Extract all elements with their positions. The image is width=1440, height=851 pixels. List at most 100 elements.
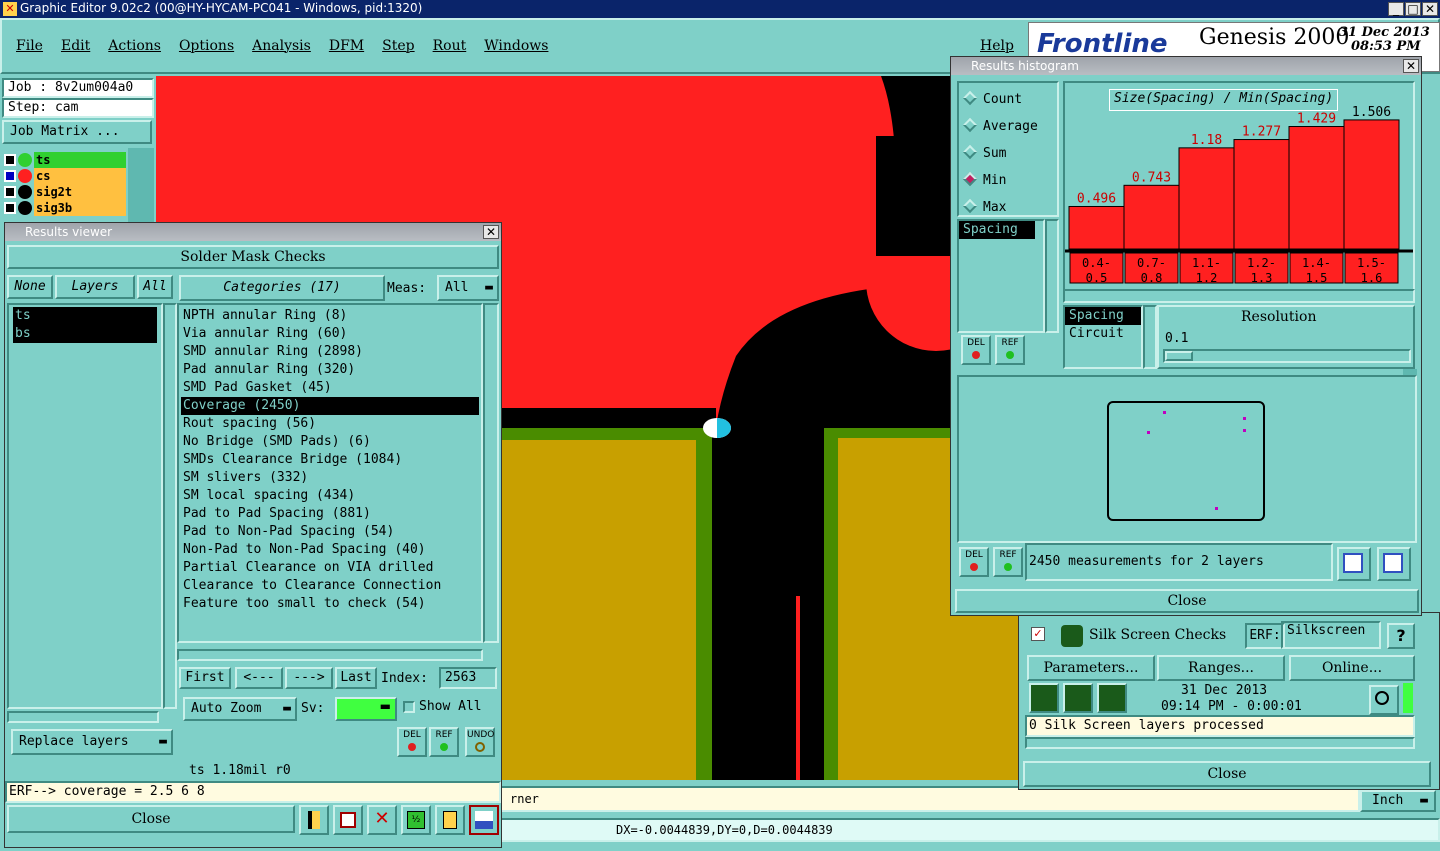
category-item[interactable]: SMD Pad Gasket (45) — [181, 379, 479, 397]
ranges-button[interactable]: Ranges... — [1157, 655, 1285, 681]
resolution-slider-thumb[interactable] — [1165, 351, 1193, 361]
parameters-button[interactable]: Parameters... — [1027, 655, 1155, 681]
histogram-bar[interactable] — [1233, 139, 1290, 250]
maximize-button[interactable]: □ — [1405, 2, 1421, 16]
histogram-button[interactable] — [469, 805, 499, 835]
mode-sum[interactable]: Sum — [962, 143, 1051, 170]
action-icon-2[interactable] — [333, 805, 363, 835]
silk-help-button[interactable]: ? — [1387, 623, 1415, 649]
menu-options[interactable]: Options — [179, 38, 234, 54]
category-item[interactable]: SMDs Clearance Bridge (1084) — [181, 451, 479, 469]
chart-hscroll[interactable] — [1063, 289, 1415, 303]
category-item[interactable]: Non-Pad to Non-Pad Spacing (40) — [181, 541, 479, 559]
del-button[interactable]: DEL — [397, 727, 427, 757]
index-input[interactable]: 2563 — [439, 667, 497, 689]
layer-row-cs[interactable]: cs — [4, 168, 126, 184]
layer-list-scrollbar[interactable] — [163, 303, 177, 709]
zoom-button[interactable] — [1369, 685, 1399, 715]
category-item[interactable]: Feature too small to check (54) — [181, 595, 479, 613]
histogram-ref-top[interactable]: REF — [995, 335, 1025, 365]
resolution-slider[interactable] — [1163, 349, 1411, 363]
undo-button[interactable]: UNDO — [465, 727, 495, 757]
category-scrollbar[interactable] — [483, 303, 499, 643]
next-button[interactable]: ---> — [285, 667, 333, 689]
layer-row-sig2t[interactable]: sig2t — [4, 184, 126, 200]
histogram-export-1[interactable] — [1337, 547, 1371, 581]
sub-field-circuit[interactable]: Circuit — [1065, 325, 1141, 343]
all-layers-button[interactable]: All — [137, 275, 173, 299]
minimize-button[interactable]: _ — [1388, 2, 1404, 16]
radio-icon[interactable] — [962, 117, 978, 133]
prev-button[interactable]: <--- — [235, 667, 283, 689]
category-item[interactable]: Pad annular Ring (320) — [181, 361, 479, 379]
categories-button[interactable]: Categories (17) — [179, 275, 385, 301]
run-icon-3[interactable] — [1097, 683, 1127, 713]
result-layer-ts[interactable]: ts — [13, 307, 157, 325]
silk-checkbox[interactable]: ✓ — [1031, 627, 1045, 641]
none-button[interactable]: None — [7, 275, 53, 299]
menu-analysis[interactable]: Analysis — [252, 38, 311, 54]
layer-checkbox[interactable] — [4, 186, 16, 198]
histogram-bar[interactable] — [1068, 205, 1125, 250]
layer-result-list[interactable]: ts bs — [7, 303, 163, 709]
menu-dfm[interactable]: DFM — [329, 38, 364, 54]
mode-min[interactable]: Min — [962, 170, 1051, 197]
histogram-ref-bottom[interactable]: REF — [993, 547, 1023, 577]
histogram-bar[interactable] — [1288, 126, 1345, 250]
histogram-field-item[interactable]: Spacing — [959, 221, 1035, 239]
layer-checkbox[interactable] — [4, 154, 16, 166]
menu-step[interactable]: Step — [382, 38, 414, 54]
action-icon-3[interactable]: ✕ — [367, 805, 397, 835]
histogram-export-2[interactable] — [1377, 547, 1411, 581]
menu-rout[interactable]: Rout — [433, 38, 467, 54]
run-icon-1[interactable] — [1029, 683, 1059, 713]
sv-color-dropdown[interactable]: ▬ — [335, 697, 397, 721]
close-window-button[interactable]: ✕ — [1422, 2, 1438, 16]
layer-row-ts[interactable]: ts — [4, 152, 126, 168]
results-viewer-close-icon[interactable]: ✕ — [483, 225, 499, 239]
category-item[interactable]: Via annular Ring (60) — [181, 325, 479, 343]
category-item[interactable]: Rout spacing (56) — [181, 415, 479, 433]
show-all-checkbox[interactable] — [403, 701, 415, 713]
sub-field-list[interactable]: Spacing Circuit — [1063, 305, 1143, 369]
layer-checkbox[interactable] — [4, 202, 16, 214]
category-item[interactable]: NPTH annular Ring (8) — [181, 307, 479, 325]
run-icon-2[interactable] — [1063, 683, 1093, 713]
category-item[interactable]: Pad to Pad Spacing (881) — [181, 505, 479, 523]
mode-average[interactable]: Average — [962, 116, 1051, 143]
first-button[interactable]: First — [179, 667, 231, 689]
histogram-close-icon[interactable]: ✕ — [1403, 59, 1419, 73]
silk-erf-input[interactable]: Silkscreen — [1281, 621, 1381, 649]
histogram-field-list[interactable]: Spacing — [957, 219, 1045, 333]
layer-checkbox[interactable] — [4, 170, 16, 182]
histogram-bar[interactable] — [1343, 119, 1400, 250]
category-item[interactable]: SM local spacing (434) — [181, 487, 479, 505]
histogram-bar[interactable] — [1123, 184, 1180, 250]
silk-hscroll[interactable] — [1025, 737, 1415, 749]
units-selector[interactable]: Inch ▬ — [1360, 790, 1436, 812]
layers-button[interactable]: Layers — [55, 275, 135, 299]
menu-actions[interactable]: Actions — [108, 38, 161, 54]
histogram-del-top[interactable]: DEL — [961, 335, 991, 365]
meas-dropdown[interactable]: All ▬ — [437, 275, 499, 301]
category-item[interactable]: Coverage (2450) — [181, 397, 479, 415]
menu-edit[interactable]: Edit — [61, 38, 90, 54]
radio-icon[interactable] — [962, 144, 978, 160]
category-item[interactable]: SMD annular Ring (2898) — [181, 343, 479, 361]
radio-icon[interactable] — [962, 198, 978, 214]
field-list-scrollbar[interactable] — [1045, 219, 1059, 333]
layer-row-sig3b[interactable]: sig3b — [4, 200, 126, 216]
action-icon-1[interactable] — [299, 805, 329, 835]
radio-icon[interactable] — [962, 90, 978, 106]
category-item[interactable]: Pad to Non-Pad Spacing (54) — [181, 523, 479, 541]
sub-field-spacing[interactable]: Spacing — [1065, 307, 1141, 325]
menu-file[interactable]: File — [16, 38, 43, 54]
action-icon-4[interactable]: ½ — [401, 805, 431, 835]
category-item[interactable]: Partial Clearance on VIA drilled — [181, 559, 479, 577]
sub-field-scrollbar[interactable] — [1143, 305, 1157, 369]
last-button[interactable]: Last — [335, 667, 377, 689]
action-icon-5[interactable] — [435, 805, 465, 835]
category-item[interactable]: No Bridge (SMD Pads) (6) — [181, 433, 479, 451]
replace-layers-dropdown[interactable]: Replace layers ▬ — [11, 729, 173, 755]
menu-windows[interactable]: Windows — [484, 38, 548, 54]
